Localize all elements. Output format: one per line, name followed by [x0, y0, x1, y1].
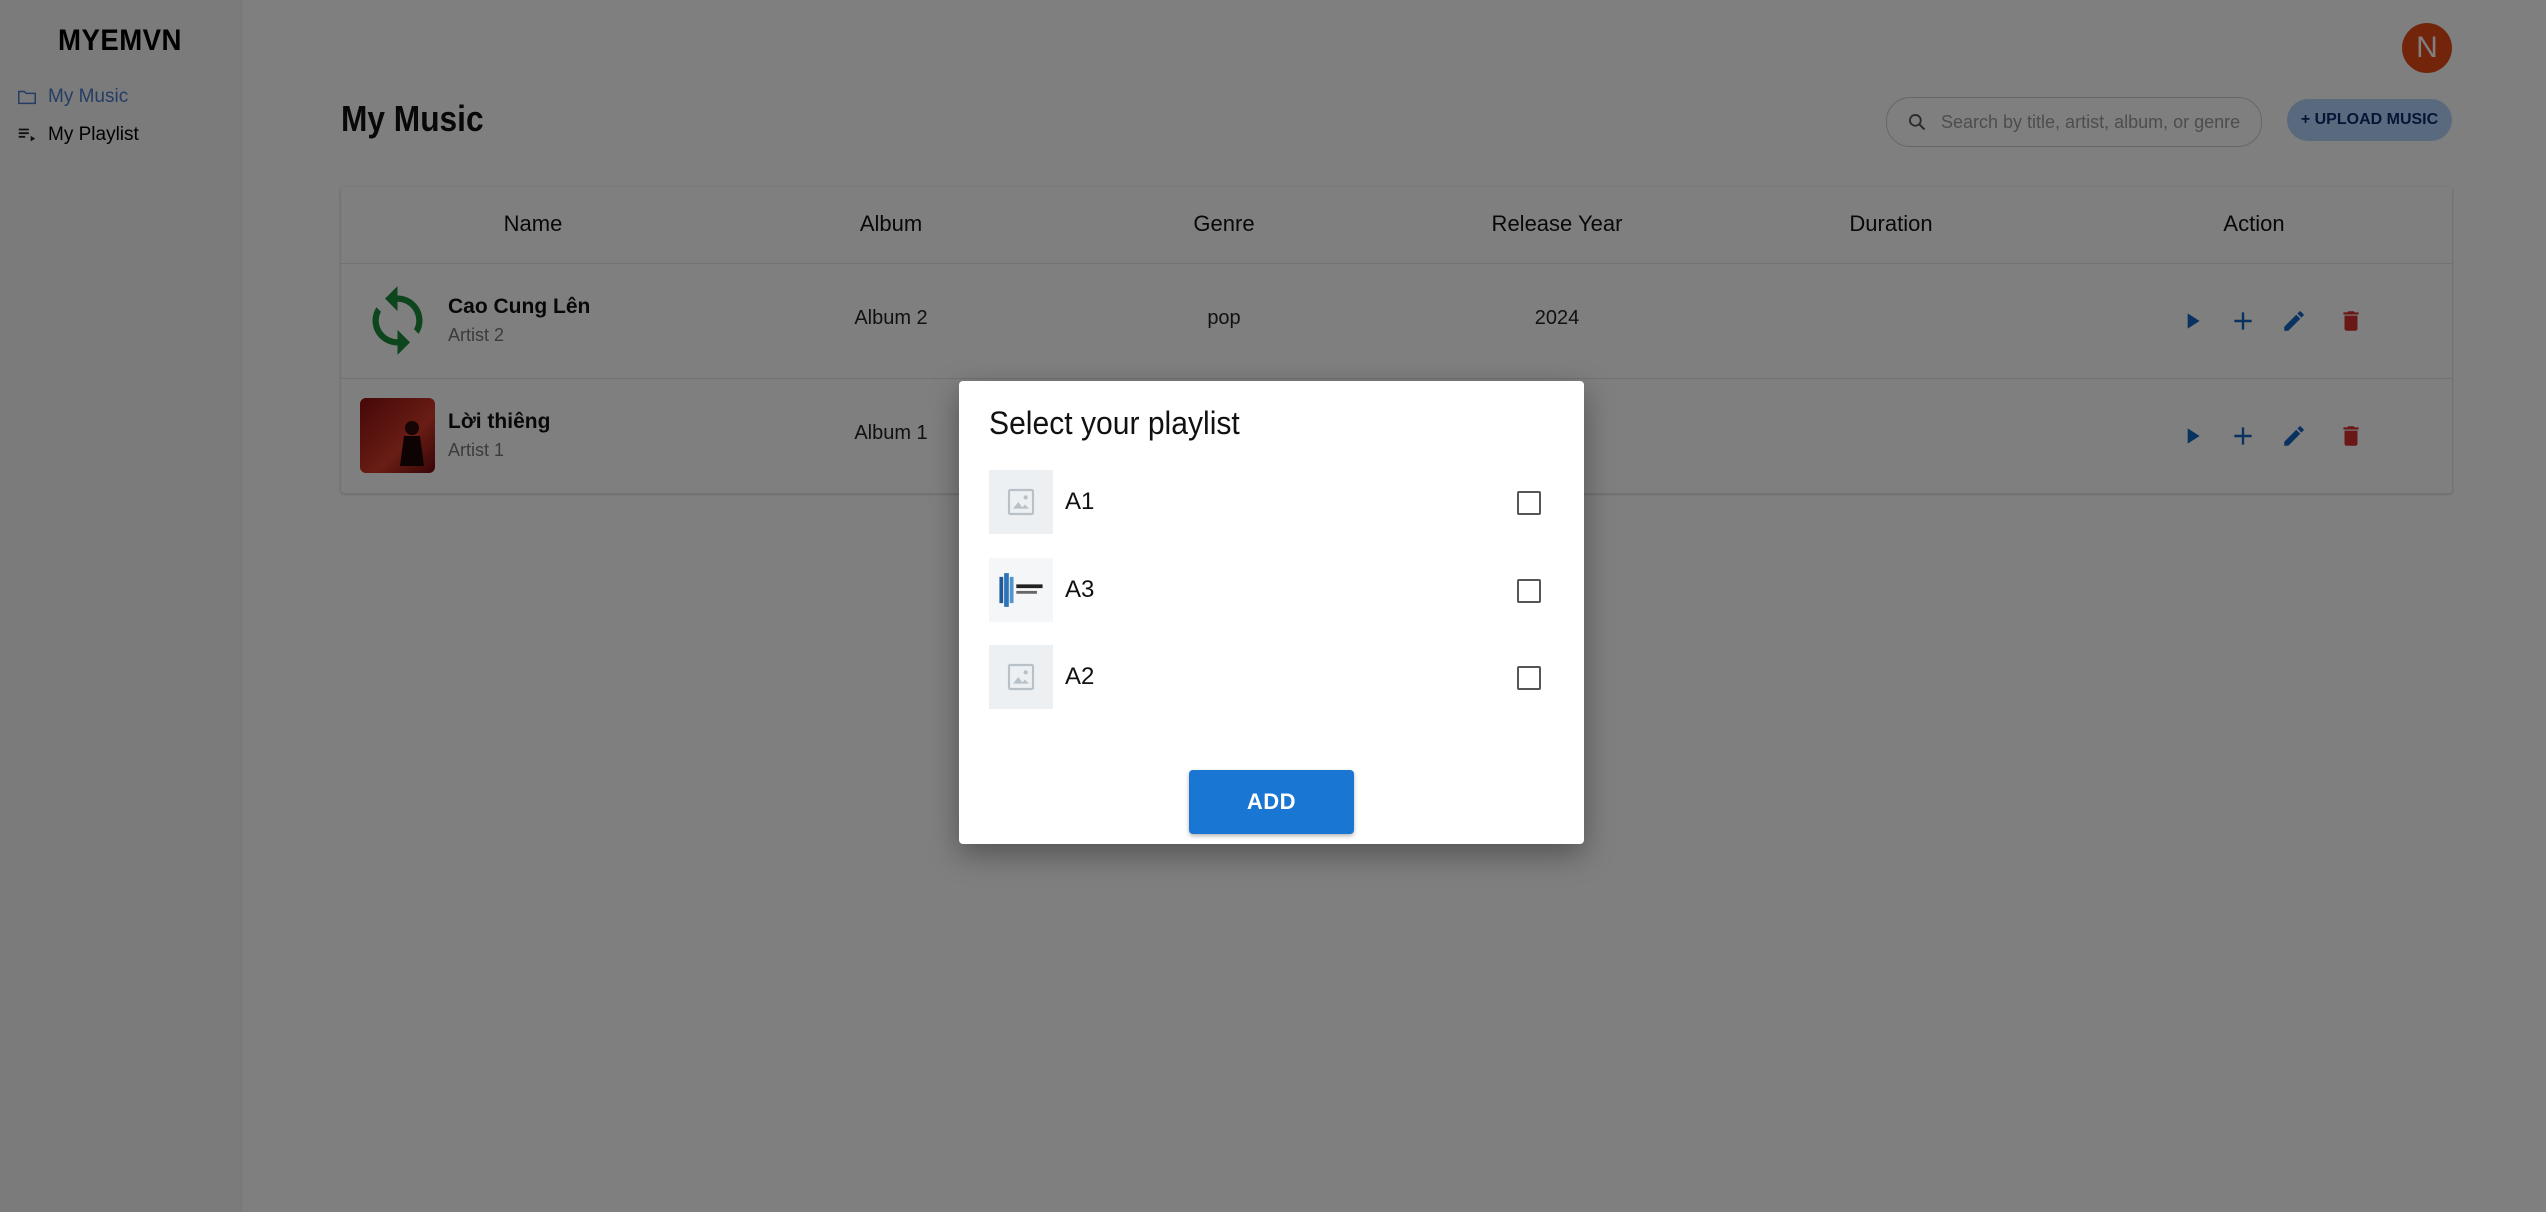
image-placeholder-icon: [989, 645, 1053, 709]
playlist-option-a2[interactable]: A2: [989, 645, 1559, 709]
image-placeholder-icon: [989, 470, 1053, 534]
amazon-redshift-logo: [989, 558, 1053, 622]
playlist-option-a1[interactable]: A1: [989, 470, 1559, 534]
playlist-checkbox[interactable]: [1517, 579, 1541, 603]
select-playlist-dialog: Select your playlist A1 A3 A2 ADD: [959, 381, 1584, 844]
playlist-checkbox[interactable]: [1517, 666, 1541, 690]
playlist-checkbox[interactable]: [1517, 491, 1541, 515]
playlist-name: A3: [1065, 576, 1095, 603]
playlist-name: A1: [1065, 488, 1095, 515]
playlist-option-a3[interactable]: A3: [989, 558, 1559, 622]
add-button[interactable]: ADD: [1189, 770, 1354, 834]
dialog-title: Select your playlist: [989, 405, 1240, 441]
playlist-name: A2: [1065, 663, 1095, 690]
